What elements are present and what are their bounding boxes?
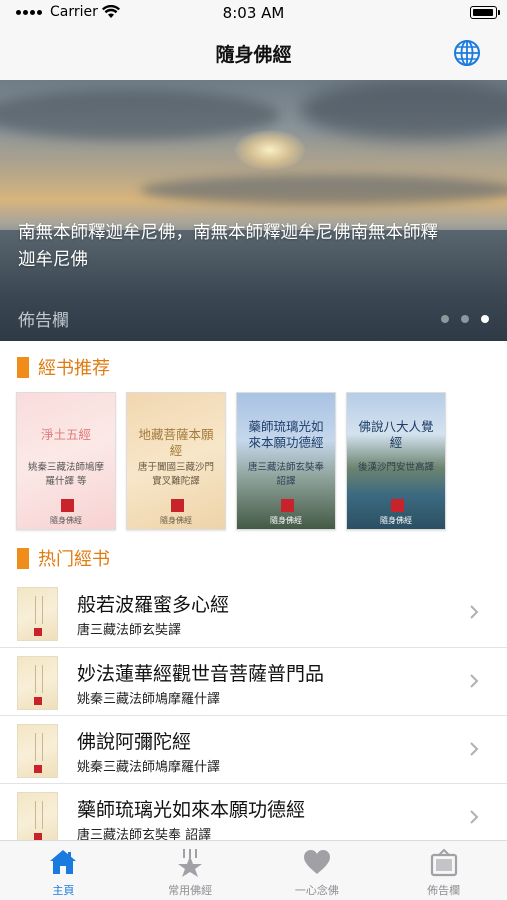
list-item[interactable]: 妙法蓮華經觀世音菩薩普門品 姚秦三藏法師鳩摩羅什譯 [0, 647, 507, 715]
book-cover-brand: 隨身佛經 [380, 516, 412, 525]
tab-label: 主頁 [52, 884, 75, 897]
book-cover-title: 淨土五經 [40, 427, 91, 442]
book-cover-title: 地藏菩薩本願經 [138, 427, 214, 458]
chevron-right-icon [470, 605, 479, 619]
navigation-bar: 隨身佛經 [0, 26, 507, 80]
banner-text: 南無本師釋迦牟尼佛，南無本師釋迦牟尼佛南無本師釋迦牟尼佛 [18, 223, 438, 270]
battery-icon [470, 6, 500, 19]
banner-label: 佈告欄 [18, 311, 69, 331]
home-icon [50, 850, 77, 874]
list-item-subtitle: 姚秦三藏法師鳩摩羅什譯 [77, 760, 221, 775]
tab-board[interactable]: 佈告欄 [380, 841, 507, 900]
list-item-subtitle: 姚秦三藏法師鳩摩羅什譯 [77, 692, 221, 707]
list-item-title: 妙法蓮華經觀世音菩薩普門品 [77, 663, 325, 685]
recommended-title: 經书推荐 [38, 358, 110, 379]
book-cover[interactable]: 藥師琉璃光如來本願功德經 唐三藏法師玄奘奉 詔譯 隨身佛經 [236, 392, 336, 530]
book-cover-subtitle: 後漢沙門安世高譯 [357, 462, 434, 473]
tab-home[interactable]: 主頁 [0, 841, 127, 900]
recommended-books: 淨土五經 姚秦三藏法師鳩摩羅什譯 等 隨身佛經 地藏菩薩本願經 唐于闐國三藏沙門… [16, 392, 446, 530]
tab-label: 佈告欄 [427, 884, 461, 897]
book-cover[interactable]: 淨土五經 姚秦三藏法師鳩摩羅什譯 等 隨身佛經 [16, 392, 116, 530]
page-indicator[interactable] [441, 315, 489, 323]
book-cover-subtitle: 姚秦三藏法師鳩摩羅什譯 等 [27, 462, 104, 487]
section-accent-bar [17, 547, 29, 569]
list-item-title: 般若波羅蜜多心經 [77, 594, 230, 616]
book-cover[interactable]: 地藏菩薩本願經 唐于闐國三藏沙門實叉難陀譯 隨身佛經 [126, 392, 226, 530]
seal-icon [281, 499, 294, 512]
sun-image [235, 130, 305, 170]
chevron-right-icon [470, 742, 479, 756]
tab-label: 常用佛經 [168, 884, 213, 897]
globe-icon[interactable] [453, 39, 481, 67]
popular-list: 般若波羅蜜多心經 唐三藏法師玄奘譯 妙法蓮華經觀世音菩薩普門品 姚秦三藏法師鳩摩… [0, 579, 507, 851]
book-cover-brand: 隨身佛經 [160, 516, 192, 525]
seal-icon [391, 499, 404, 512]
recommended-section-header: 經书推荐 [17, 355, 110, 379]
book-cover-subtitle: 唐于闐國三藏沙門實叉難陀譯 [137, 462, 214, 487]
popular-title: 热门經书 [38, 549, 110, 570]
tab-favorites[interactable]: 常用佛經 [127, 841, 254, 900]
heart-icon [303, 850, 330, 874]
book-thumbnail [17, 724, 58, 778]
seal-icon [61, 499, 74, 512]
page-dot[interactable] [441, 315, 449, 323]
page-title: 隨身佛經 [215, 44, 292, 66]
book-cover-brand: 隨身佛經 [50, 516, 82, 525]
book-thumbnail [17, 587, 58, 641]
book-cover-brand: 隨身佛經 [270, 516, 302, 525]
book-cover-title: 佛說八大人覺經 [358, 419, 434, 450]
list-item[interactable]: 般若波羅蜜多心經 唐三藏法師玄奘譯 [0, 579, 507, 647]
tab-recite[interactable]: 一心念佛 [254, 841, 381, 900]
list-item[interactable]: 佛說阿彌陀經 姚秦三藏法師鳩摩羅什譯 [0, 715, 507, 783]
star-icon [178, 849, 203, 877]
list-item-title: 佛說阿彌陀經 [77, 731, 192, 753]
status-time: 8:03 AM [222, 4, 285, 22]
seal-icon [171, 499, 184, 512]
book-thumbnail [17, 656, 58, 710]
book-thumbnail [17, 792, 58, 846]
status-bar: Carrier 8:03 AM [0, 0, 507, 26]
page-dot[interactable] [461, 315, 469, 323]
chevron-right-icon [470, 674, 479, 688]
chevron-right-icon [470, 810, 479, 824]
book-cover[interactable]: 佛說八大人覺經 後漢沙門安世高譯 隨身佛經 [346, 392, 446, 530]
board-icon [430, 848, 457, 877]
list-item-subtitle: 唐三藏法師玄奘譯 [77, 623, 182, 638]
book-cover-title: 藥師琉璃光如來本願功德經 [248, 419, 324, 450]
tab-bar: 主頁 常用佛經 一心念佛 佈告欄 [0, 840, 507, 900]
banner-carousel[interactable]: 南無本師釋迦牟尼佛，南無本師釋迦牟尼佛南無本師釋迦牟尼佛 佈告欄 [0, 80, 507, 341]
book-cover-subtitle: 唐三藏法師玄奘奉 詔譯 [247, 462, 324, 487]
list-item-title: 藥師琉璃光如來本願功德經 [77, 799, 306, 821]
page-dot-active[interactable] [481, 315, 489, 323]
popular-section-header: 热门經书 [17, 546, 110, 570]
section-accent-bar [17, 356, 29, 378]
tab-label: 一心念佛 [294, 884, 339, 897]
